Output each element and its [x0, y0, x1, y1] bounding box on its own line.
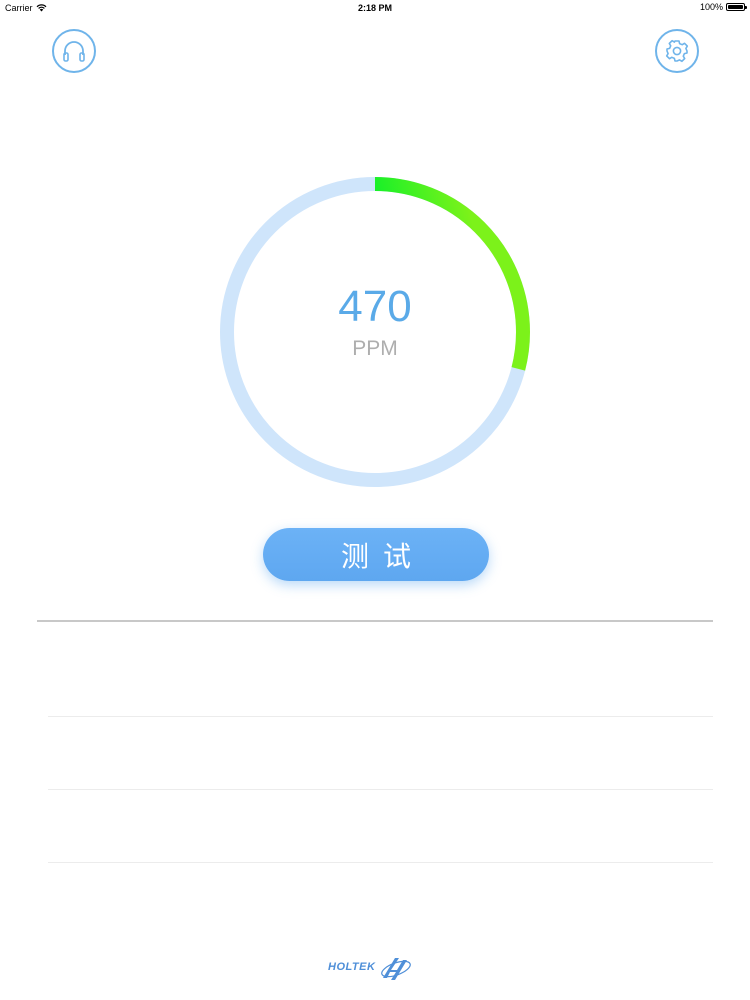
list-item-separator — [48, 862, 713, 863]
ppm-unit: PPM — [352, 337, 398, 360]
headset-button[interactable] — [52, 29, 96, 73]
battery-percent: 100% — [699, 2, 723, 12]
list-item-separator — [48, 716, 713, 717]
holtek-logo: HOLTEK — [328, 952, 413, 982]
gear-icon — [665, 39, 689, 63]
status-right: 100% — [699, 2, 747, 12]
list-divider — [37, 620, 713, 622]
holtek-mark-icon — [381, 958, 412, 980]
test-button[interactable]: 测试 — [263, 528, 489, 581]
app-screen: Carrier 2:18 PM 100% 470 PPM 测试 HOLTEK — [0, 0, 750, 1000]
headphones-icon — [63, 41, 85, 62]
status-time: 2:18 PM — [357, 3, 392, 13]
battery-cap — [745, 6, 747, 9]
battery-fill — [728, 5, 743, 9]
list-item-separator — [48, 789, 713, 790]
battery-icon — [726, 3, 747, 11]
status-bar: Carrier 2:18 PM 100% — [0, 0, 750, 16]
ppm-value: 470 — [338, 282, 412, 331]
logo-text: HOLTEK — [328, 961, 376, 973]
ppm-gauge — [220, 177, 530, 487]
settings-button[interactable] — [655, 29, 699, 73]
